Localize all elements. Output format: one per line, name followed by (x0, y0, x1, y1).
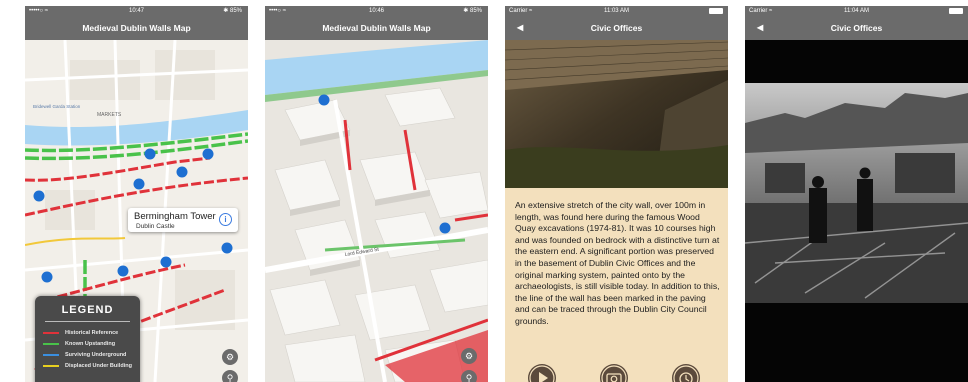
screen-map-overview: MARKETS Bridewell Garda Station •••••○ ≈… (25, 6, 248, 382)
camera-button[interactable] (600, 364, 628, 382)
legend-panel: LEGEND Historical Reference Known Upstan… (35, 296, 140, 382)
description-text: An extensive stretch of the city wall, o… (515, 200, 720, 326)
location-pin-icon[interactable]: ⚲ (461, 370, 477, 382)
settings-gear-icon[interactable]: ⚙ (222, 349, 238, 365)
status-bar: Carrier ≈ 11:03 AM (505, 6, 728, 16)
callout-title: Bermingham Tower (134, 211, 216, 222)
status-bar: ••••○ ≈ 10:46 ✱ 85% (265, 6, 488, 16)
map-label-garda: Bridewell Garda Station (33, 104, 81, 109)
legend-title: LEGEND (61, 304, 114, 316)
callout-subtitle: Dublin Castle (136, 223, 175, 230)
location-pin-icon[interactable]: ⚲ (222, 370, 238, 382)
status-time: 10:46 (368, 8, 384, 14)
legend-item: Historical Reference (43, 330, 118, 336)
screen-civic-offices-photo: Carrier ≈ 11:04 AM ◀ Civic Offices (745, 6, 968, 382)
camera-icon (601, 365, 627, 382)
status-time: 11:04 AM (844, 8, 869, 14)
legend-item: Known Upstanding (43, 341, 115, 347)
navigation-bar: ◀ Civic Offices (505, 16, 728, 40)
status-time: 11:03 AM (604, 8, 629, 14)
settings-gear-icon[interactable]: ⚙ (461, 348, 477, 364)
nav-title: Civic Offices (590, 23, 643, 33)
back-arrow-icon[interactable]: ◀ (757, 16, 763, 40)
navigation-bar: Medieval Dublin Walls Map (25, 16, 248, 40)
battery-icon (709, 8, 723, 14)
historical-photo[interactable] (745, 83, 968, 303)
status-time: 10:47 (128, 8, 144, 14)
nav-title: Medieval Dublin Walls Map (322, 23, 431, 33)
screen-civic-offices-detail: Carrier ≈ 11:03 AM ◀ Civic Offices An ex… (505, 6, 728, 382)
screen-map-3d: Lord Edward St ••••○ ≈ 10:46 ✱ 85% Medie… (265, 6, 488, 382)
clock-icon (673, 365, 699, 382)
map-label-markets: MARKETS (97, 112, 122, 118)
legend-item: Displaced Under Building (43, 363, 132, 369)
play-button[interactable] (528, 364, 556, 382)
battery-icon (949, 8, 963, 14)
legend-item: Surviving Underground (43, 352, 126, 358)
play-icon (529, 365, 555, 382)
map-view-3d[interactable]: Lord Edward St (265, 40, 488, 382)
battery-label: ✱ 85% (223, 8, 242, 14)
info-icon[interactable]: i (219, 213, 232, 226)
wall-photo (505, 40, 728, 188)
history-button[interactable] (672, 364, 700, 382)
navigation-bar: Medieval Dublin Walls Map (265, 16, 488, 40)
legend-divider (45, 321, 130, 322)
map-callout[interactable]: Bermingham Tower Dublin Castle i (128, 208, 238, 232)
battery-label: ✱ 85% (463, 8, 482, 14)
status-bar: •••••○ ≈ 10:47 ✱ 85% (25, 6, 248, 16)
status-bar: Carrier ≈ 11:04 AM (745, 6, 968, 16)
navigation-bar: ◀ Civic Offices (745, 16, 968, 40)
nav-title: Medieval Dublin Walls Map (82, 23, 191, 33)
back-arrow-icon[interactable]: ◀ (517, 16, 523, 40)
nav-title: Civic Offices (830, 23, 883, 33)
description-panel: An extensive stretch of the city wall, o… (505, 188, 728, 382)
